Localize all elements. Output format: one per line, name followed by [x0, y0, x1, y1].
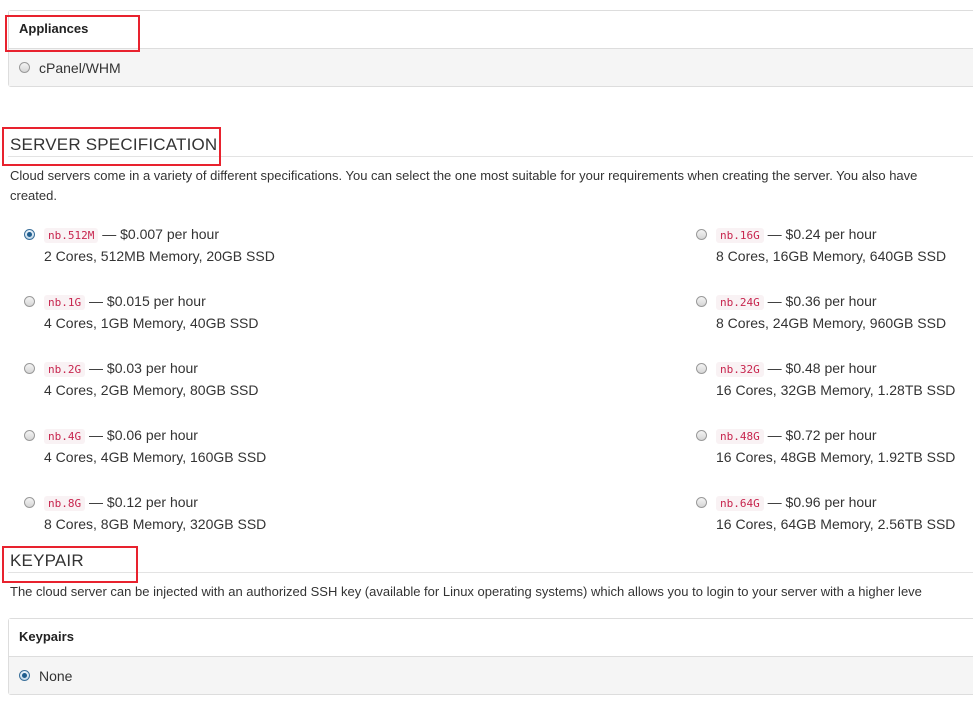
keypair-option-none[interactable]: None — [9, 657, 973, 694]
spec-option-title-line: nb.24G — $0.36 per hour — [716, 291, 946, 313]
spec-price: — $0.24 per hour — [763, 226, 877, 242]
spec-details: 8 Cores, 24GB Memory, 960GB SSD — [716, 315, 947, 331]
spec-price: — $0.48 per hour — [763, 360, 877, 376]
keypairs-heading: Keypairs — [9, 619, 973, 657]
none-radio[interactable] — [19, 670, 30, 681]
spec-code: nb.4G — [44, 429, 86, 444]
server-spec-description-2: created. — [10, 188, 57, 203]
keypair-description: The cloud server can be injected with an… — [10, 584, 922, 599]
spec-code: nb.8G — [44, 496, 86, 511]
spec-option-nb-24g[interactable]: nb.24G — $0.36 per hour 8 Cores, 24GB Mem… — [696, 291, 946, 333]
cpanel-radio[interactable] — [19, 62, 30, 73]
spec-option-title-line: nb.1G — $0.015 per hour — [44, 291, 258, 313]
spec-radio-nb-24g[interactable] — [696, 296, 707, 307]
spec-option-text: nb.48G — $0.72 per hour 16 Cores, 48GB Me… — [716, 425, 955, 467]
spec-option-text: nb.64G — $0.96 per hour 16 Cores, 64GB Me… — [716, 492, 955, 534]
spec-option-nb-4g[interactable]: nb.4G — $0.06 per hour 4 Cores, 4GB Memor… — [24, 425, 266, 467]
spec-details: 4 Cores, 4GB Memory, 160GB SSD — [44, 449, 267, 465]
none-label: None — [39, 667, 73, 684]
spec-code: nb.1G — [44, 295, 86, 310]
appliances-panel: Appliances cPanel/WHM — [8, 10, 973, 87]
spec-price: — $0.36 per hour — [763, 293, 877, 309]
spec-option-title-line: nb.16G — $0.24 per hour — [716, 224, 946, 246]
spec-code: nb.24G — [716, 295, 764, 310]
appliances-heading: Appliances — [9, 11, 973, 49]
spec-radio-nb-32g[interactable] — [696, 363, 707, 374]
spec-price: — $0.06 per hour — [85, 427, 198, 443]
spec-details: 4 Cores, 1GB Memory, 40GB SSD — [44, 315, 259, 331]
spec-option-nb-2g[interactable]: nb.2G — $0.03 per hour 4 Cores, 2GB Memor… — [24, 358, 258, 400]
spec-option-title-line: nb.2G — $0.03 per hour — [44, 358, 258, 380]
spec-option-nb-16g[interactable]: nb.16G — $0.24 per hour 8 Cores, 16GB Mem… — [696, 224, 946, 266]
spec-radio-nb-16g[interactable] — [696, 229, 707, 240]
spec-code: nb.512M — [44, 228, 99, 243]
spec-radio-nb-1g[interactable] — [24, 296, 35, 307]
spec-radio-nb-2g[interactable] — [24, 363, 35, 374]
spec-details: 8 Cores, 8GB Memory, 320GB SSD — [44, 516, 267, 532]
spec-details: 16 Cores, 32GB Memory, 1.28TB SSD — [716, 382, 956, 398]
spec-price: — $0.96 per hour — [763, 494, 877, 510]
spec-option-text: nb.16G — $0.24 per hour 8 Cores, 16GB Mem… — [716, 224, 946, 266]
spec-option-nb-48g[interactable]: nb.48G — $0.72 per hour 16 Cores, 48GB Me… — [696, 425, 955, 467]
appliance-option-cpanel[interactable]: cPanel/WHM — [9, 49, 973, 86]
spec-option-nb-512m[interactable]: nb.512M — $0.007 per hour 2 Cores, 512MB … — [24, 224, 275, 266]
spec-radio-nb-48g[interactable] — [696, 430, 707, 441]
spec-price: — $0.007 per hour — [98, 226, 219, 242]
spec-details: 4 Cores, 2GB Memory, 80GB SSD — [44, 382, 259, 398]
keypair-title: KEYPAIR — [10, 551, 84, 570]
spec-radio-nb-64g[interactable] — [696, 497, 707, 508]
spec-option-text: nb.24G — $0.36 per hour 8 Cores, 24GB Mem… — [716, 291, 946, 333]
spec-option-text: nb.2G — $0.03 per hour 4 Cores, 2GB Memor… — [44, 358, 258, 400]
keypairs-panel: Keypairs None — [8, 618, 973, 695]
spec-option-nb-64g[interactable]: nb.64G — $0.96 per hour 16 Cores, 64GB Me… — [696, 492, 955, 534]
spec-option-nb-1g[interactable]: nb.1G — $0.015 per hour 4 Cores, 1GB Memo… — [24, 291, 258, 333]
spec-details: 2 Cores, 512MB Memory, 20GB SSD — [44, 248, 275, 264]
spec-details: 16 Cores, 48GB Memory, 1.92TB SSD — [716, 449, 956, 465]
spec-radio-nb-512m[interactable] — [24, 229, 35, 240]
spec-option-nb-8g[interactable]: nb.8G — $0.12 per hour 8 Cores, 8GB Memor… — [24, 492, 266, 534]
spec-code: nb.2G — [44, 362, 86, 377]
spec-code: nb.48G — [716, 429, 764, 444]
spec-option-title-line: nb.8G — $0.12 per hour — [44, 492, 266, 514]
spec-radio-nb-4g[interactable] — [24, 430, 35, 441]
spec-price: — $0.015 per hour — [85, 293, 206, 309]
spec-option-text: nb.512M — $0.007 per hour 2 Cores, 512MB … — [44, 224, 275, 266]
cpanel-label: cPanel/WHM — [39, 59, 121, 76]
spec-option-title-line: nb.64G — $0.96 per hour — [716, 492, 955, 514]
spec-code: nb.32G — [716, 362, 764, 377]
spec-price: — $0.03 per hour — [85, 360, 198, 376]
server-spec-title: SERVER SPECIFICATION — [10, 135, 218, 154]
spec-option-title-line: nb.48G — $0.72 per hour — [716, 425, 955, 447]
spec-price: — $0.12 per hour — [85, 494, 198, 510]
server-spec-description-1: Cloud servers come in a variety of diffe… — [10, 168, 918, 183]
server-spec-divider — [8, 156, 973, 157]
spec-option-title-line: nb.32G — $0.48 per hour — [716, 358, 955, 380]
spec-option-text: nb.32G — $0.48 per hour 16 Cores, 32GB Me… — [716, 358, 955, 400]
spec-radio-nb-8g[interactable] — [24, 497, 35, 508]
spec-code: nb.64G — [716, 496, 764, 511]
spec-option-text: nb.8G — $0.12 per hour 8 Cores, 8GB Memor… — [44, 492, 266, 534]
spec-option-title-line: nb.512M — $0.007 per hour — [44, 224, 275, 246]
spec-price: — $0.72 per hour — [763, 427, 877, 443]
spec-option-title-line: nb.4G — $0.06 per hour — [44, 425, 266, 447]
spec-details: 16 Cores, 64GB Memory, 2.56TB SSD — [716, 516, 956, 532]
spec-option-text: nb.4G — $0.06 per hour 4 Cores, 4GB Memor… — [44, 425, 266, 467]
spec-option-text: nb.1G — $0.015 per hour 4 Cores, 1GB Memo… — [44, 291, 258, 333]
spec-code: nb.16G — [716, 228, 764, 243]
keypair-divider — [8, 572, 973, 573]
spec-details: 8 Cores, 16GB Memory, 640GB SSD — [716, 248, 947, 264]
spec-option-nb-32g[interactable]: nb.32G — $0.48 per hour 16 Cores, 32GB Me… — [696, 358, 955, 400]
